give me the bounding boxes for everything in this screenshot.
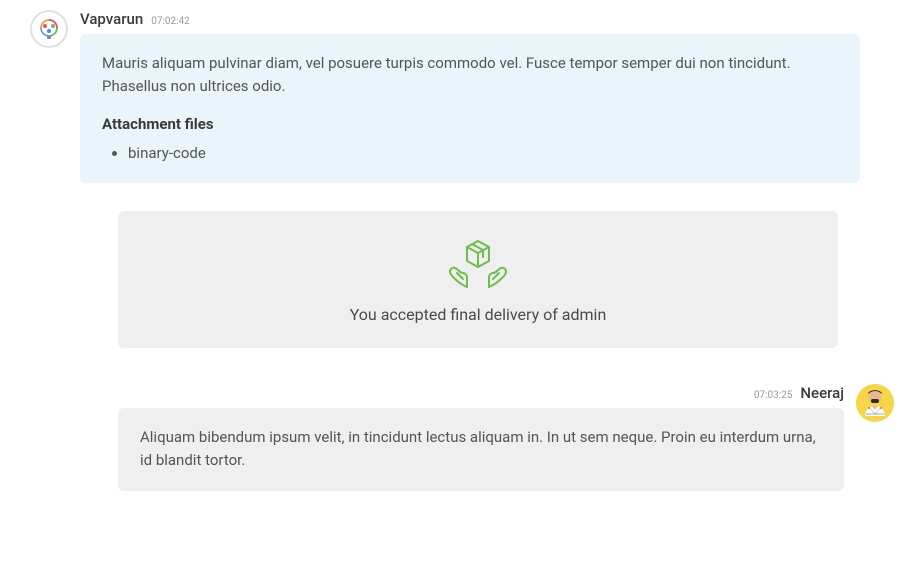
- attachment-item[interactable]: binary-code: [128, 142, 838, 165]
- username[interactable]: Vapvarun: [80, 10, 143, 28]
- message-text: Aliquam bibendum ipsum velit, in tincidu…: [140, 426, 822, 473]
- username[interactable]: Neeraj: [800, 384, 844, 402]
- message-header: 07:03:25 Neeraj: [118, 384, 844, 402]
- message-bubble: Aliquam bibendum ipsum velit, in tincidu…: [118, 408, 844, 491]
- lightbulb-icon: [36, 16, 62, 42]
- message-content: 07:03:25 Neeraj Aliquam bibendum ipsum v…: [118, 384, 844, 491]
- delivery-hands-icon: [445, 237, 511, 293]
- avatar-vapvarun[interactable]: [30, 10, 68, 48]
- system-notice: You accepted final delivery of admin: [118, 211, 838, 348]
- person-avatar-icon: [856, 384, 894, 422]
- message-text: Mauris aliquam pulvinar diam, vel posuer…: [102, 52, 838, 99]
- message-row-vapvarun: Vapvarun 07:02:42 Mauris aliquam pulvina…: [30, 10, 894, 183]
- attachments-heading: Attachment files: [102, 113, 838, 136]
- timestamp: 07:03:25: [754, 390, 793, 401]
- message-row-neeraj: 07:03:25 Neeraj Aliquam bibendum ipsum v…: [30, 384, 894, 491]
- attachments-list: binary-code: [128, 142, 838, 165]
- message-bubble: Mauris aliquam pulvinar diam, vel posuer…: [80, 34, 860, 183]
- timestamp: 07:02:42: [151, 16, 190, 27]
- delivery-icon-wrap: [138, 237, 818, 293]
- system-text: You accepted final delivery of admin: [138, 305, 818, 324]
- message-content: Vapvarun 07:02:42 Mauris aliquam pulvina…: [80, 10, 860, 183]
- avatar-neeraj[interactable]: [856, 384, 894, 422]
- message-header: Vapvarun 07:02:42: [80, 10, 860, 28]
